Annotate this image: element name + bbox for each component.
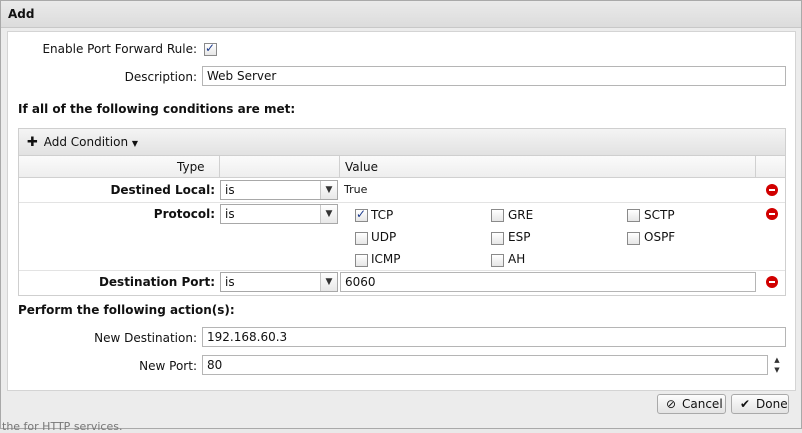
enable-checkbox[interactable]: [204, 41, 217, 56]
protocol-esp-label: ESP: [508, 230, 531, 244]
conditions-heading: If all of the following conditions are m…: [18, 102, 296, 116]
plus-icon: ✚: [27, 135, 38, 150]
protocol-sctp-label: SCTP: [644, 208, 675, 222]
add-condition-button[interactable]: ✚ Add Condition ▼: [27, 135, 138, 150]
protocol-ospf-label: OSPF: [644, 230, 676, 244]
protocol-sctp-checkbox[interactable]: [627, 209, 640, 222]
spin-up-icon[interactable]: ▲: [769, 355, 785, 365]
destination-port-input[interactable]: 6060: [340, 272, 756, 292]
remove-condition-icon[interactable]: [766, 184, 778, 196]
destined-local-operator[interactable]: is ▼: [220, 180, 338, 200]
destined-local-value: True: [344, 183, 368, 196]
conditions-header: Type Value: [19, 156, 785, 178]
cancel-icon: ⊘: [665, 397, 677, 411]
protocol-ah-checkbox[interactable]: [491, 254, 504, 267]
destined-local-label: Destined Local:: [110, 183, 215, 197]
checkmark-icon: ✔: [739, 397, 751, 411]
protocol-ah-label: AH: [508, 252, 526, 266]
dialog-title: Add: [8, 7, 35, 21]
new-port-label: New Port:: [139, 359, 197, 373]
protocol-udp-checkbox[interactable]: [355, 232, 368, 245]
dialog-titlebar[interactable]: Add: [1, 1, 801, 28]
protocol-esp-checkbox[interactable]: [491, 232, 504, 245]
add-condition-label: Add Condition: [43, 135, 129, 149]
spin-down-icon[interactable]: ▼: [769, 365, 785, 375]
done-button[interactable]: ✔ Done: [731, 394, 789, 414]
background-text: the for HTTP services.: [2, 420, 123, 433]
new-port-spinner[interactable]: ▲ ▼: [769, 355, 785, 375]
description-label: Description:: [124, 70, 197, 84]
new-destination-label: New Destination:: [94, 331, 197, 345]
actions-heading: Perform the following action(s):: [18, 303, 235, 317]
protocol-tcp-label: TCP: [371, 208, 394, 222]
col-type-header: Type: [177, 160, 205, 174]
protocol-icmp-checkbox[interactable]: [355, 254, 368, 267]
conditions-table: ✚ Add Condition ▼ Type Value Destined Lo…: [18, 128, 786, 296]
conditions-toolbar: ✚ Add Condition ▼: [19, 129, 785, 156]
protocol-udp-label: UDP: [371, 230, 397, 244]
protocol-label: Protocol:: [153, 207, 215, 221]
new-port-input[interactable]: 80: [202, 355, 768, 375]
new-destination-input[interactable]: 192.168.60.3: [202, 327, 786, 347]
description-input[interactable]: Web Server: [202, 66, 786, 86]
remove-condition-icon[interactable]: [766, 276, 778, 288]
chevron-down-icon: ▼: [320, 205, 337, 223]
protocol-ospf-checkbox[interactable]: [627, 232, 640, 245]
enable-label: Enable Port Forward Rule:: [42, 42, 197, 56]
remove-condition-icon[interactable]: [766, 208, 778, 220]
destination-port-label: Destination Port:: [98, 275, 215, 289]
add-dialog: Add Enable Port Forward Rule: Descriptio…: [0, 0, 802, 429]
protocol-tcp-checkbox[interactable]: [355, 207, 368, 222]
col-value-header: Value: [345, 160, 378, 174]
destination-port-operator[interactable]: is ▼: [220, 272, 338, 292]
protocol-icmp-label: ICMP: [371, 252, 401, 266]
chevron-down-icon: ▼: [320, 273, 337, 291]
caret-down-icon: ▼: [131, 139, 139, 148]
chevron-down-icon: ▼: [320, 181, 337, 199]
protocol-gre-checkbox[interactable]: [491, 209, 504, 222]
protocol-operator[interactable]: is ▼: [220, 204, 338, 224]
cancel-button[interactable]: ⊘ Cancel: [657, 394, 726, 414]
form-panel: Enable Port Forward Rule: Description: W…: [7, 31, 796, 391]
protocol-gre-label: GRE: [508, 208, 534, 222]
